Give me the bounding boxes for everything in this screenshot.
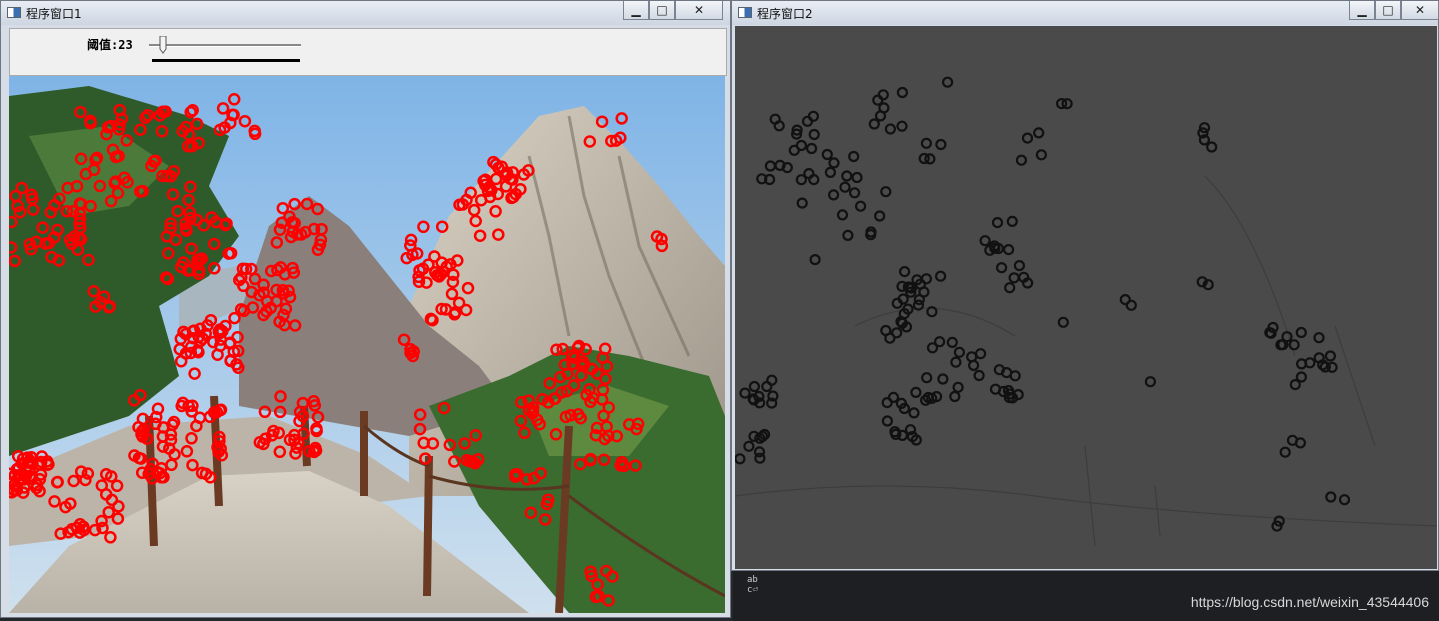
trackbar-panel: 阈值:23 bbox=[9, 28, 727, 76]
maximize-button[interactable]: □ bbox=[649, 1, 675, 20]
maximize-button[interactable]: □ bbox=[1375, 1, 1401, 20]
result-image bbox=[735, 26, 1437, 569]
window-1-title: 程序窗口1 bbox=[26, 7, 82, 21]
window-1: 程序窗口1 ▁ □ ✕ 阈值:23 bbox=[0, 0, 731, 618]
threshold-slider-track[interactable] bbox=[149, 44, 301, 47]
threshold-value: 23 bbox=[118, 38, 133, 52]
keypoints-image bbox=[9, 76, 725, 613]
window-2-title: 程序窗口2 bbox=[757, 7, 813, 21]
threshold-slider-thumb[interactable] bbox=[159, 36, 167, 54]
watermark: https://blog.csdn.net/weixin_43544406 bbox=[1190, 594, 1429, 610]
window-2: 程序窗口2 ▁ □ ✕ bbox=[731, 0, 1439, 571]
slider-underline bbox=[152, 59, 300, 62]
minimize-button[interactable]: ▁ bbox=[1349, 1, 1375, 20]
app-icon bbox=[738, 7, 752, 18]
console-icon[interactable]: ab c⏎ bbox=[747, 575, 758, 595]
mountain-scene bbox=[9, 76, 725, 613]
threshold-label: 阈值:23 bbox=[87, 36, 133, 53]
threshold-label-text: 阈值: bbox=[87, 38, 119, 52]
app-icon bbox=[7, 7, 21, 18]
slider-thumb-icon bbox=[159, 36, 167, 54]
window-2-titlebar[interactable]: 程序窗口2 ▁ □ ✕ bbox=[732, 1, 1439, 25]
minimize-button[interactable]: ▁ bbox=[623, 1, 649, 20]
result-canvas bbox=[735, 26, 1437, 569]
result-background bbox=[735, 26, 1437, 569]
window-1-titlebar[interactable]: 程序窗口1 ▁ □ ✕ bbox=[1, 1, 730, 25]
close-button[interactable]: ✕ bbox=[675, 1, 723, 20]
close-button[interactable]: ✕ bbox=[1401, 1, 1439, 20]
